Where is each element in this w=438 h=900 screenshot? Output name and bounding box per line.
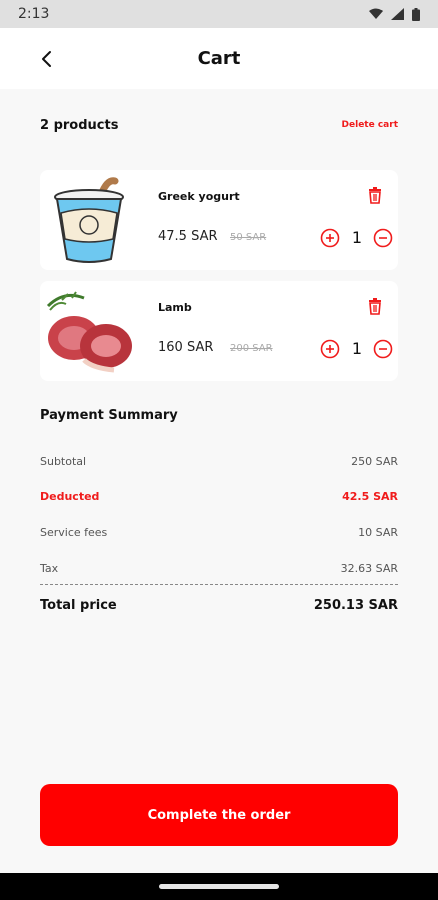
- cart-item: Greek yogurt 47.5 SAR 50 SAR 1: [40, 170, 398, 270]
- deducted-row: Deducted 42.5 SAR: [40, 490, 398, 503]
- product-price: 160 SAR: [158, 340, 214, 355]
- subtotal-value: 250 SAR: [351, 455, 398, 468]
- delete-cart-link[interactable]: Delete cart: [342, 120, 398, 130]
- payment-summary-title: Payment Summary: [40, 408, 178, 423]
- status-bar: 2:13: [0, 0, 438, 28]
- signal-icon: [391, 8, 404, 20]
- page-title: Cart: [197, 48, 241, 69]
- deducted-value: 42.5 SAR: [342, 490, 398, 503]
- total-label: Total price: [40, 598, 117, 613]
- service-fees-value: 10 SAR: [358, 526, 398, 539]
- home-indicator[interactable]: [159, 884, 279, 889]
- increase-quantity-icon[interactable]: [320, 339, 340, 359]
- product-old-price: 50 SAR: [230, 232, 267, 243]
- chevron-left-icon: [42, 51, 51, 67]
- complete-order-button[interactable]: Complete the order: [40, 784, 398, 846]
- status-icons: [369, 7, 420, 21]
- quantity-value: 1: [351, 228, 363, 247]
- product-name: Greek yogurt: [158, 190, 240, 203]
- trash-icon[interactable]: [366, 297, 384, 315]
- tax-row: Tax 32.63 SAR: [40, 562, 398, 575]
- products-count: 2 products: [40, 118, 119, 133]
- product-price: 47.5 SAR: [158, 229, 218, 244]
- status-time: 2:13: [18, 6, 50, 22]
- total-row: Total price 250.13 SAR: [40, 598, 398, 613]
- subtotal-row: Subtotal 250 SAR: [40, 455, 398, 468]
- navigation-bar: [0, 873, 438, 900]
- quantity-value: 1: [351, 339, 363, 358]
- subtotal-label: Subtotal: [40, 455, 87, 468]
- cart-item: Lamb 160 SAR 200 SAR 1: [40, 281, 398, 381]
- wifi-icon: [369, 8, 383, 19]
- product-image-lamb: [44, 286, 134, 376]
- product-old-price: 200 SAR: [230, 343, 273, 354]
- complete-order-label: Complete the order: [147, 807, 291, 823]
- product-image-yogurt: [44, 175, 134, 265]
- total-value: 250.13 SAR: [313, 598, 398, 613]
- trash-icon[interactable]: [366, 186, 384, 204]
- battery-icon: [412, 7, 420, 21]
- decrease-quantity-icon[interactable]: [373, 339, 393, 359]
- app-header: Cart: [0, 28, 438, 89]
- tax-label: Tax: [40, 562, 59, 575]
- deducted-label: Deducted: [40, 490, 100, 503]
- service-fees-row: Service fees 10 SAR: [40, 526, 398, 539]
- product-name: Lamb: [158, 301, 192, 314]
- back-button[interactable]: [34, 46, 60, 72]
- summary-divider: [40, 584, 398, 585]
- increase-quantity-icon[interactable]: [320, 228, 340, 248]
- tax-value: 32.63 SAR: [340, 562, 398, 575]
- decrease-quantity-icon[interactable]: [373, 228, 393, 248]
- service-fees-label: Service fees: [40, 526, 108, 539]
